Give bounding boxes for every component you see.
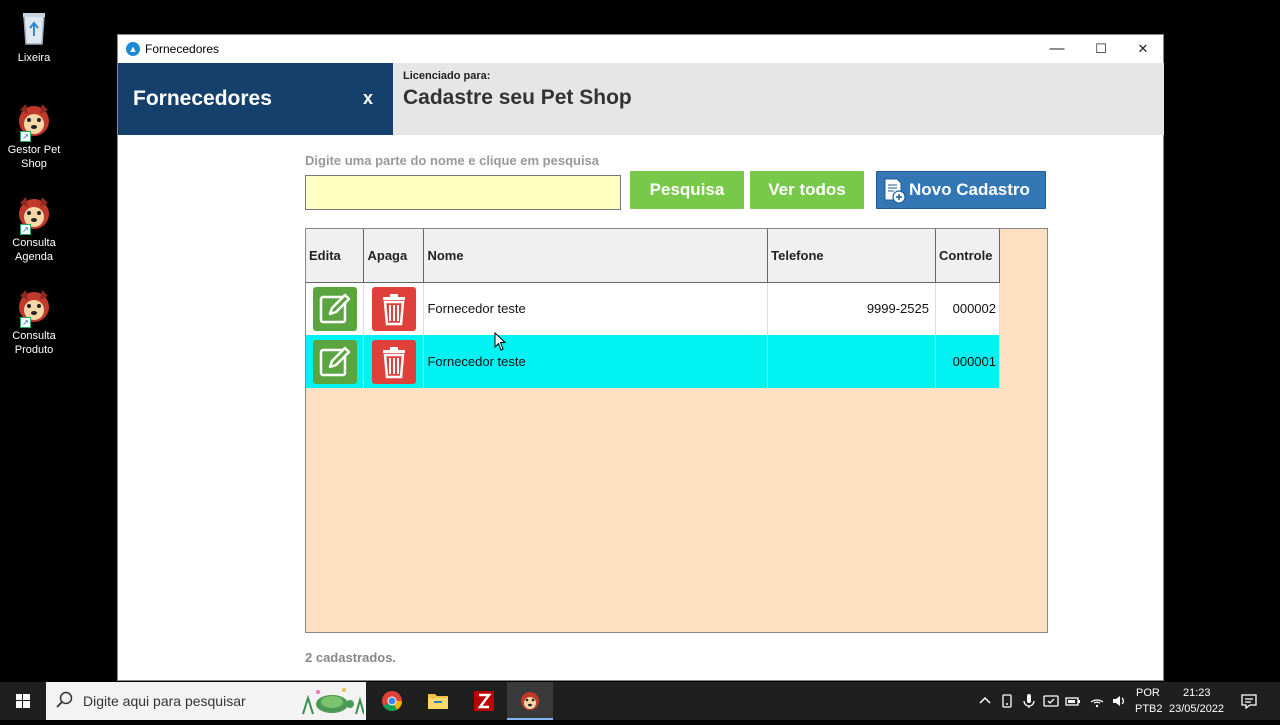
taskbar: Digite aqui para pesquisar POR PTB2 21:2… bbox=[0, 682, 1280, 720]
desktop-icon-gestor-pet-shop[interactable]: ↗ Gestor Pet Shop bbox=[4, 100, 64, 171]
shortcut-arrow-icon: ↗ bbox=[20, 224, 31, 235]
volume-icon[interactable] bbox=[1111, 693, 1127, 709]
security-icon[interactable] bbox=[1043, 693, 1059, 709]
window-title: Fornecedores bbox=[145, 42, 220, 56]
license-panel: Licenciado para: Cadastre seu Pet Shop bbox=[393, 63, 1164, 135]
cell-nome: Fornecedor teste bbox=[423, 282, 769, 335]
module-header: Fornecedores x bbox=[118, 63, 393, 135]
search-highlight-turtle-icon bbox=[302, 688, 364, 715]
taskbar-file-explorer[interactable] bbox=[415, 682, 461, 720]
shortcut-arrow-icon: ↗ bbox=[20, 131, 31, 142]
license-name: Cadastre seu Pet Shop bbox=[403, 86, 632, 109]
taskbar-gestor-pet-shop[interactable] bbox=[507, 682, 553, 720]
ver-todos-button[interactable]: Ver todos bbox=[750, 171, 864, 209]
delete-button[interactable] bbox=[371, 339, 416, 384]
new-document-icon bbox=[884, 178, 906, 204]
trash-icon bbox=[382, 346, 405, 378]
dog-face-icon: ↗ bbox=[14, 286, 54, 328]
table-header-row: Edita Apaga Nome Telefone Controle bbox=[306, 229, 1001, 283]
keyboard-layout-indicator[interactable]: PTB2 bbox=[1135, 703, 1163, 715]
edit-pencil-icon bbox=[319, 346, 350, 376]
fornecedores-table: Edita Apaga Nome Telefone Controle Forne… bbox=[306, 229, 1001, 388]
wifi-icon[interactable] bbox=[1089, 693, 1105, 709]
folder-icon bbox=[428, 694, 448, 709]
trash-icon bbox=[382, 293, 405, 325]
clock-time[interactable]: 21:23 bbox=[1183, 687, 1211, 699]
novo-cadastro-button[interactable]: Novo Cadastro bbox=[876, 171, 1046, 209]
column-header-edita[interactable]: Edita bbox=[306, 229, 365, 283]
edit-button[interactable] bbox=[312, 286, 357, 331]
microphone-icon[interactable] bbox=[1021, 693, 1037, 709]
module-close-button[interactable]: x bbox=[363, 88, 373, 109]
cell-controle: 000002 bbox=[935, 282, 1001, 335]
column-header-nome[interactable]: Nome bbox=[423, 229, 769, 283]
cell-controle: 000001 bbox=[935, 335, 1001, 388]
language-indicator[interactable]: POR bbox=[1136, 687, 1160, 699]
desktop-icon-consulta-produto[interactable]: ↗ Consulta Produto bbox=[4, 286, 64, 357]
taskbar-search-box[interactable]: Digite aqui para pesquisar bbox=[46, 682, 366, 720]
windows-logo-icon bbox=[16, 694, 30, 708]
desktop-icon-label: Consulta Produto bbox=[12, 330, 56, 356]
minimize-button[interactable]: — bbox=[1035, 35, 1079, 63]
filezilla-icon bbox=[474, 691, 494, 711]
dog-face-icon: ↗ bbox=[14, 193, 54, 235]
module-title: Fornecedores bbox=[133, 87, 272, 110]
column-header-apaga[interactable]: Apaga bbox=[363, 229, 425, 283]
fornecedores-grid[interactable]: Edita Apaga Nome Telefone Controle Forne… bbox=[305, 228, 1048, 633]
desktop-icon-consulta-agenda[interactable]: ↗ Consulta Agenda bbox=[4, 193, 64, 264]
desktop-icon-label: Gestor Pet Shop bbox=[7, 144, 61, 170]
license-label: Licenciado para: bbox=[403, 70, 491, 82]
dog-face-icon: ↗ bbox=[14, 100, 54, 142]
novo-cadastro-label: Novo Cadastro bbox=[909, 180, 1030, 199]
taskbar-chrome[interactable] bbox=[369, 682, 415, 720]
start-button[interactable] bbox=[0, 682, 46, 720]
edit-button[interactable] bbox=[312, 339, 357, 384]
taskbar-filezilla[interactable] bbox=[461, 682, 507, 720]
desktop-icon-recycle-bin[interactable]: Lixeira bbox=[4, 8, 64, 65]
search-hint: Digite uma parte do nome e clique em pes… bbox=[305, 153, 600, 168]
column-header-telefone[interactable]: Telefone bbox=[767, 229, 936, 283]
delete-cell bbox=[363, 335, 425, 388]
table-row-selected[interactable]: Fornecedor teste 000001 bbox=[306, 335, 1001, 388]
notification-icon[interactable] bbox=[1241, 693, 1257, 709]
mouse-cursor-icon bbox=[494, 332, 507, 351]
system-tray: POR PTB2 21:23 23/05/2022 bbox=[975, 682, 1280, 720]
fornecedores-window: ▲ Fornecedores — ☐ ✕ Fornecedores x Lice… bbox=[117, 34, 1164, 681]
column-header-controle[interactable]: Controle bbox=[935, 229, 1001, 283]
window-titlebar[interactable]: ▲ Fornecedores — ☐ ✕ bbox=[118, 35, 1163, 63]
clock-date[interactable]: 23/05/2022 bbox=[1169, 703, 1224, 715]
cell-telefone bbox=[767, 335, 936, 388]
close-window-button[interactable]: ✕ bbox=[1121, 35, 1165, 63]
shortcut-arrow-icon: ↗ bbox=[20, 317, 31, 328]
desktop-icon-label: Lixeira bbox=[17, 52, 51, 64]
maximize-button[interactable]: ☐ bbox=[1079, 35, 1123, 63]
record-count: 2 cadastrados. bbox=[305, 650, 397, 665]
chevron-up-icon[interactable] bbox=[977, 693, 993, 709]
cell-nome: Fornecedor teste bbox=[423, 335, 769, 388]
table-row[interactable]: Fornecedor teste 9999-2525 000002 bbox=[306, 282, 1001, 335]
device-icon[interactable] bbox=[999, 693, 1015, 709]
taskbar-search-placeholder: Digite aqui para pesquisar bbox=[83, 693, 246, 709]
delete-button[interactable] bbox=[371, 286, 416, 331]
delete-cell bbox=[363, 282, 425, 335]
pesquisa-button[interactable]: Pesquisa bbox=[630, 171, 744, 209]
edit-pencil-icon bbox=[319, 293, 350, 323]
battery-icon[interactable] bbox=[1065, 693, 1081, 709]
edit-cell bbox=[306, 282, 365, 335]
search-input[interactable] bbox=[305, 175, 621, 210]
cell-telefone: 9999-2525 bbox=[767, 282, 936, 335]
edit-cell bbox=[306, 335, 365, 388]
dog-face-icon bbox=[521, 692, 539, 710]
chrome-icon bbox=[382, 691, 403, 712]
recycle-bin-icon bbox=[14, 8, 54, 48]
app-logo-icon: ▲ bbox=[126, 42, 140, 56]
search-icon bbox=[56, 691, 73, 708]
desktop-icon-label: Consulta Agenda bbox=[12, 237, 56, 263]
